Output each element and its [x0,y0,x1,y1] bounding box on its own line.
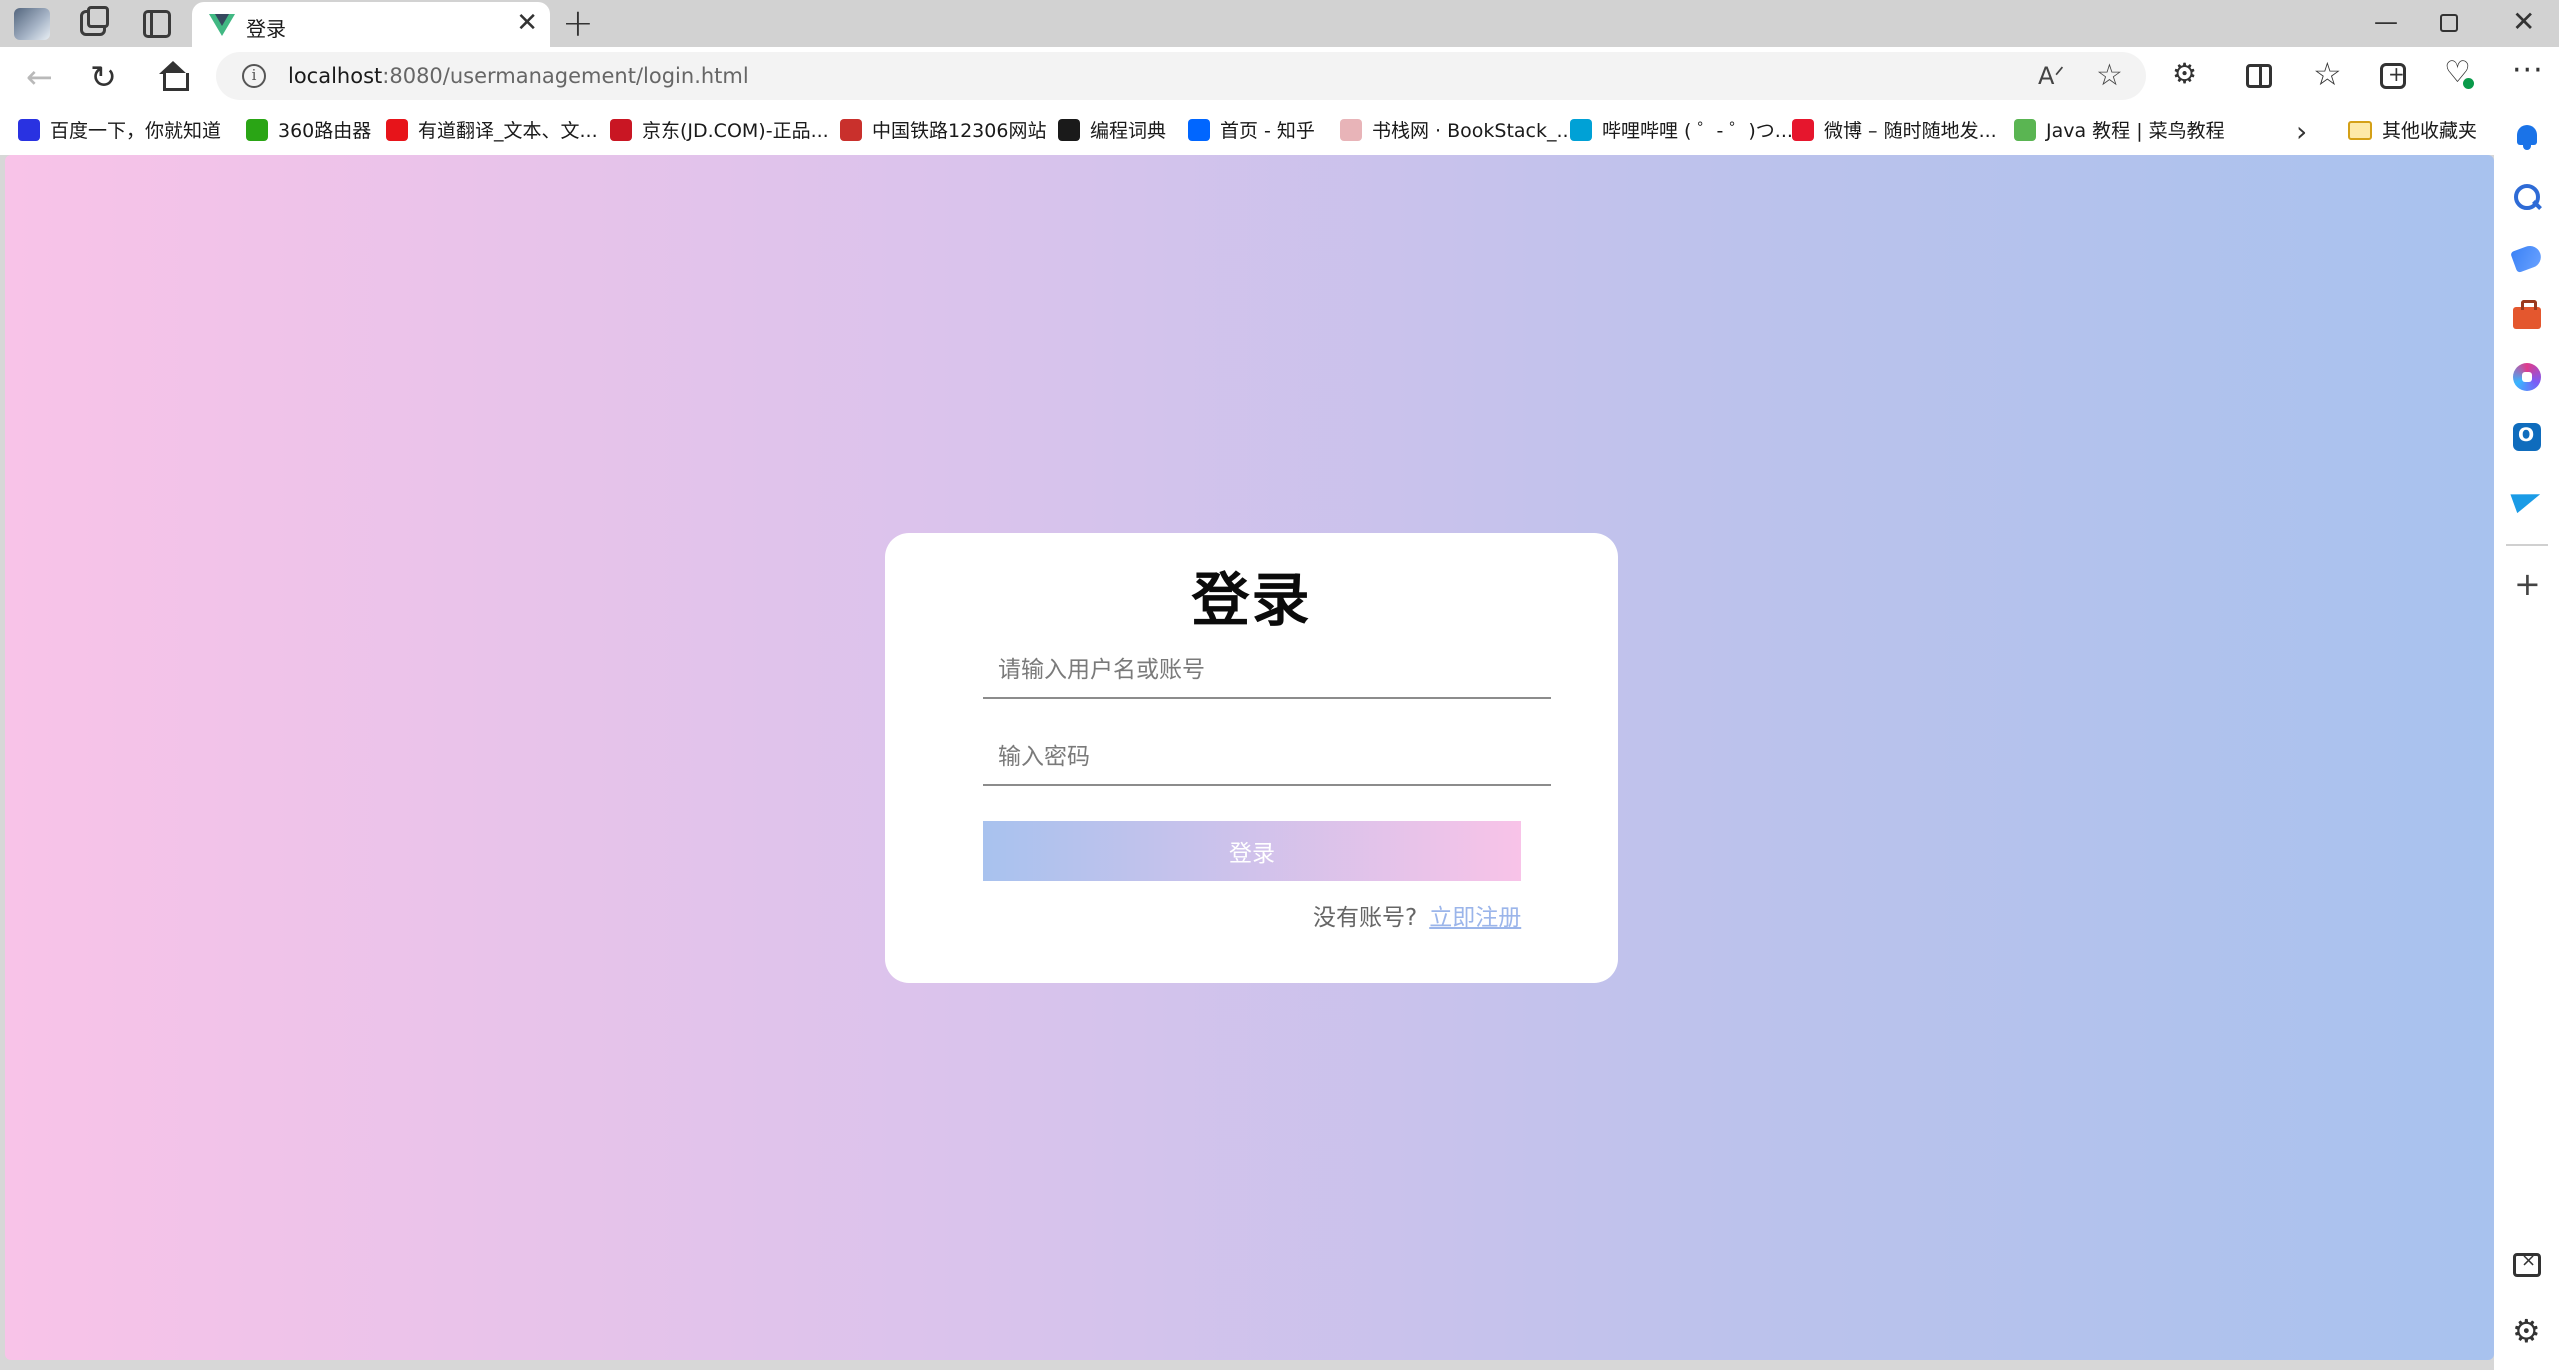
favorite-star-icon[interactable]: ☆ [2096,58,2123,93]
drop-send-icon[interactable] [2513,483,2541,511]
register-prompt: 没有账号? 立即注册 [1313,898,1521,932]
notification-bell-icon[interactable] [2513,123,2541,151]
tab-close-icon[interactable]: ✕ [516,10,538,36]
bookmark-item[interactable]: 中国铁路12306网站 [840,117,1046,145]
new-tab-plus-icon[interactable]: + [562,4,594,42]
outlook-icon[interactable] [2513,423,2541,451]
minimize-icon[interactable]: — [2374,8,2398,36]
bookmark-item[interactable]: 有道翻译_文本、文... [386,117,598,145]
bookmark-label: 首页 - 知乎 [1220,120,1315,142]
no-account-text: 没有账号? [1313,905,1418,931]
bookmark-label: 书栈网 · BookStack_... [1372,120,1575,142]
dictionary-icon [1058,119,1080,141]
back-arrow-icon[interactable]: ← [26,57,53,97]
railway-icon [840,119,862,141]
profile-avatar[interactable] [14,8,50,40]
zhihu-icon [1188,119,1210,141]
bookmark-label: 编程词典 [1090,120,1167,142]
baidu-paw-icon [18,119,40,141]
favorites-icon[interactable] [2313,55,2343,93]
folder-label: 其他收藏夹 [2382,120,2478,142]
bookmark-item[interactable]: 京东(JD.COM)-正品... [610,117,829,145]
search-icon[interactable] [2513,183,2541,211]
bookmark-label: 百度一下，你就知道 [50,120,222,142]
address-bar[interactable]: i localhost:8080/usermanagement/login.ht… [216,52,2146,100]
bookmark-label: Java 教程 | 菜鸟教程 [2046,120,2225,142]
bookmark-item[interactable]: 书栈网 · BookStack_... [1340,117,1575,145]
bookmark-label: 中国铁路12306网站 [872,120,1047,142]
youdao-icon [386,119,408,141]
read-aloud-icon[interactable]: Aᐟ [2038,62,2065,90]
bilibili-icon [1570,119,1592,141]
url-path: :8080/usermanagement/login.html [382,64,749,88]
bookmarks-overflow-chevron-icon[interactable]: › [2296,115,2307,148]
folder-icon [2348,121,2372,140]
more-menu-icon[interactable]: ··· [2512,56,2543,91]
reload-icon[interactable]: ↻ [90,57,117,97]
screenshot-icon[interactable] [2513,1250,2541,1277]
password-input[interactable] [983,730,1551,786]
tab-strip: 登录 ✕ + — ✕ [0,0,2559,47]
weibo-icon [1792,119,1814,141]
add-sidebar-app-icon[interactable]: + [2514,568,2541,600]
url-host: localhost [288,64,383,88]
vertical-tabs-icon[interactable] [143,10,171,38]
collections-icon[interactable] [2380,62,2406,89]
bookmark-label: 哔哩哔哩 ( ゜- ゜)つ... [1602,120,1793,142]
bookmark-item[interactable]: 哔哩哔哩 ( ゜- ゜)つ... [1570,117,1793,145]
browser-essentials-icon[interactable] [2444,55,2474,91]
url-text[interactable]: localhost:8080/usermanagement/login.html [288,64,749,88]
bookmark-label: 微博 – 随时随地发... [1824,120,1997,142]
register-link[interactable]: 立即注册 [1429,905,1521,931]
tools-briefcase-icon[interactable] [2513,300,2541,329]
microsoft-365-icon[interactable] [2513,363,2541,391]
bookstack-icon [1340,119,1362,141]
router-360-icon [246,119,268,141]
runoob-icon [2014,119,2036,141]
bookmark-item[interactable]: 微博 – 随时随地发... [1792,117,1997,145]
extensions-icon[interactable] [2170,57,2200,91]
home-icon[interactable] [158,61,189,91]
bookmark-label: 360路由器 [278,120,372,142]
bookmark-item[interactable]: 360路由器 [246,117,371,145]
workspaces-icon[interactable] [80,6,109,36]
shopping-tag-icon[interactable] [2510,242,2544,274]
username-input[interactable] [983,643,1551,699]
tab-title: 登录 [246,17,286,41]
edge-sidebar: + ⚙ [2494,107,2559,1370]
browser-toolbar: ← ↻ i localhost:8080/usermanagement/logi… [0,47,2559,107]
vue-logo-icon [209,14,235,36]
sidebar-settings-gear-icon[interactable]: ⚙ [2512,1315,2541,1347]
window-close-icon[interactable]: ✕ [2512,8,2535,36]
other-favorites-folder[interactable]: 其他收藏夹 [2348,117,2477,145]
login-card: 登录 登录 没有账号? 立即注册 [885,533,1618,983]
sidebar-divider [2506,544,2548,546]
jd-icon [610,119,632,141]
bookmark-label: 京东(JD.COM)-正品... [642,120,829,142]
maximize-icon[interactable] [2440,14,2458,32]
bookmark-label: 有道翻译_文本、文... [418,120,598,142]
tab-login[interactable]: 登录 ✕ [192,2,550,47]
split-screen-icon[interactable] [2246,64,2272,88]
login-button[interactable]: 登录 [983,821,1521,881]
bookmark-item[interactable]: Java 教程 | 菜鸟教程 [2014,117,2225,145]
bookmark-item[interactable]: 首页 - 知乎 [1188,117,1315,145]
site-info-icon[interactable]: i [242,64,266,88]
login-title: 登录 [1191,566,1312,634]
bookmark-item[interactable]: 百度一下，你就知道 [18,117,221,145]
bookmark-item[interactable]: 编程词典 [1058,117,1166,145]
bookmarks-bar: 百度一下，你就知道 360路由器 有道翻译_文本、文... 京东(JD.COM)-正品… [0,107,2559,155]
page-viewport: 登录 登录 没有账号? 立即注册 [5,155,2494,1360]
